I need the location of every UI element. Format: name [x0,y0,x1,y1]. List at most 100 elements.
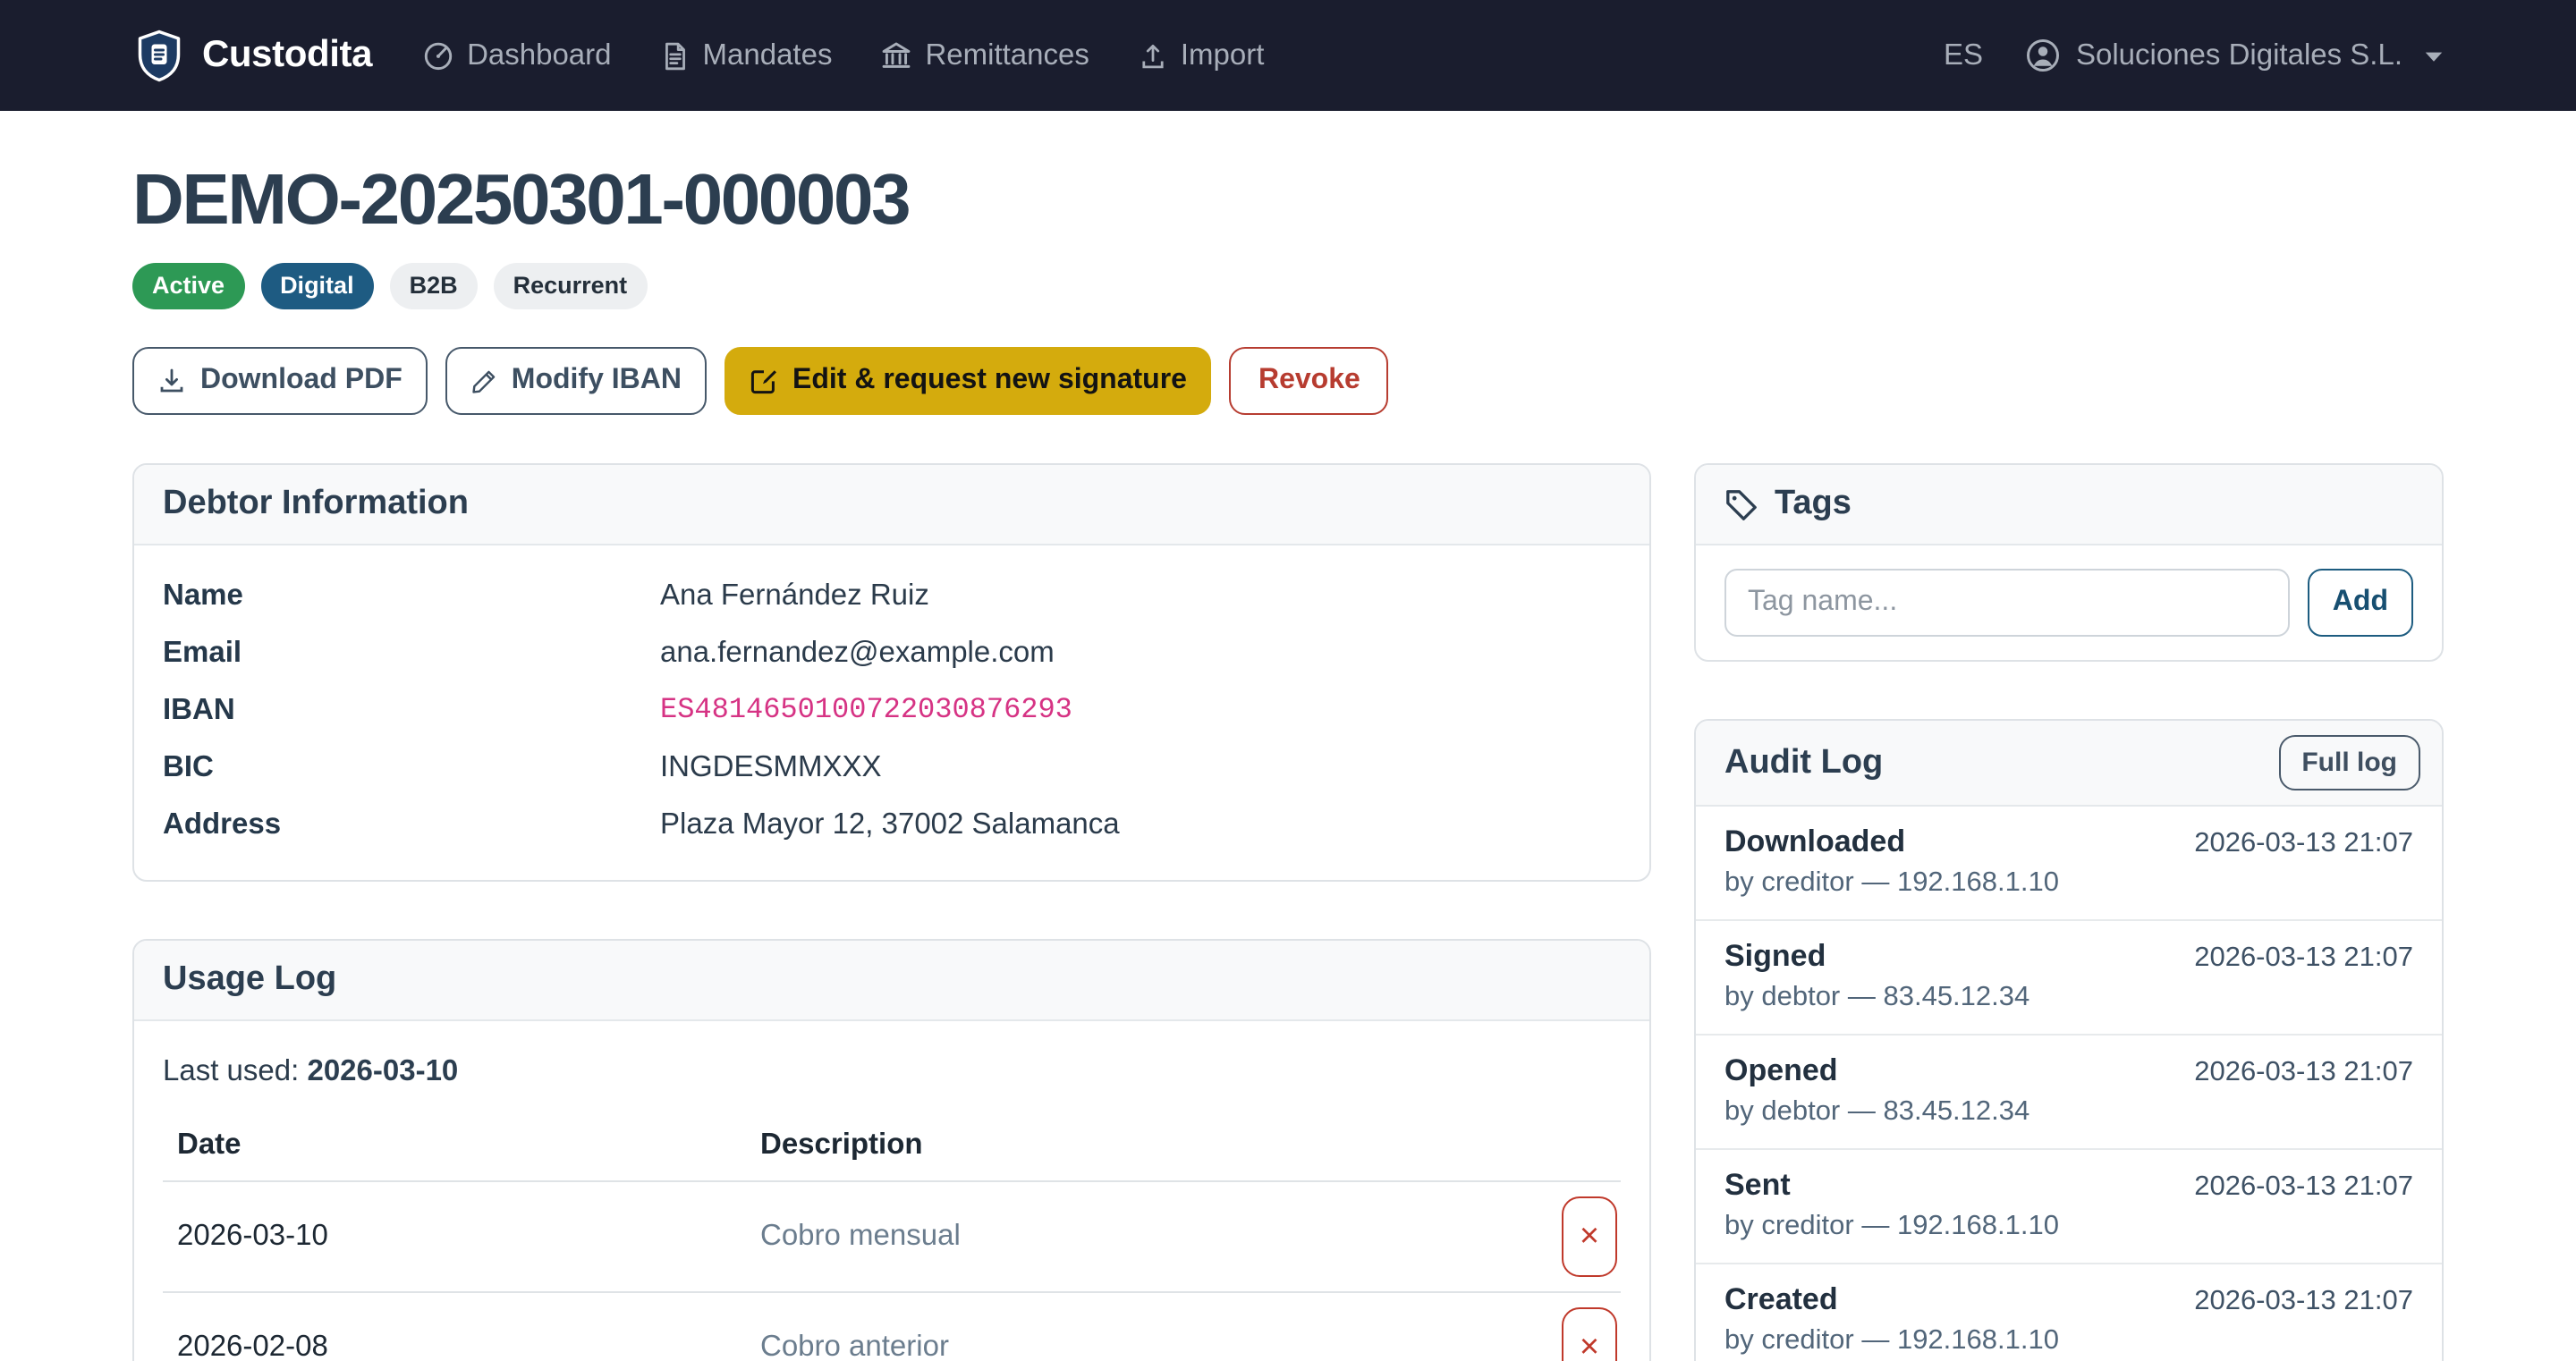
file-text-icon [660,40,691,71]
language-switch[interactable]: ES [1944,38,1983,72]
field-value: INGDESMMXXX [660,751,882,785]
download-icon [157,367,186,395]
audit-event: Downloaded [1724,824,1905,860]
audit-event: Opened [1724,1053,1838,1089]
field-label: Name [163,579,660,613]
chevron-down-icon [2424,47,2444,63]
usage-col-description: Description [746,1118,1521,1181]
brand-link[interactable]: Custodita [132,29,372,82]
nav-item-label: Import [1181,38,1265,72]
main-content: DEMO-20250301-000003 Active Digital B2B … [132,111,2444,1361]
list-item: Downloaded 2026-03-13 21:07 by creditor … [1696,807,2442,921]
tag-name-input[interactable] [1724,569,2290,637]
tags-title: Tags [1775,485,1852,524]
audit-title: Audit Log [1724,743,1883,782]
add-tag-button[interactable]: Add [2308,569,2413,637]
usage-col-date: Date [163,1118,746,1181]
tags-card-header: Tags [1696,465,2442,545]
table-row: 2026-03-10 Cobro mensual × [163,1181,1621,1292]
person-circle-icon [2026,38,2062,73]
audit-time: 2026-03-13 21:07 [2194,1171,2413,1204]
full-log-button[interactable]: Full log [2278,735,2420,790]
audit-event: Created [1724,1282,1838,1318]
debtor-field-email: Email ana.fernandez@example.com [163,637,1621,671]
debtor-field-iban: IBAN ES4814650100722030876293 [163,694,1621,728]
download-pdf-label: Download PDF [200,363,402,399]
bank-icon [880,39,912,72]
audit-actor: by creditor — 192.168.1.10 [1724,867,2413,900]
field-value-iban: ES4814650100722030876293 [660,694,1072,728]
list-item: Created 2026-03-13 21:07 by creditor — 1… [1696,1264,2442,1361]
modify-iban-button[interactable]: Modify IBAN [445,347,707,415]
audit-time: 2026-03-13 21:07 [2194,1057,2413,1089]
debtor-field-name: Name Ana Fernández Ruiz [163,579,1621,613]
revoke-button[interactable]: Revoke [1230,347,1389,415]
table-row: 2026-02-08 Cobro anterior × [163,1292,1621,1361]
usage-card-header: Usage Log [134,941,1649,1021]
list-item: Signed 2026-03-13 21:07 by debtor — 83.4… [1696,921,2442,1036]
field-label: BIC [163,751,660,785]
delete-usage-button[interactable]: × [1562,1307,1617,1361]
audit-card-header: Audit Log Full log [1696,721,2442,807]
field-label: Email [163,637,660,671]
audit-actor: by creditor — 192.168.1.10 [1724,1211,2413,1243]
debtor-field-bic: BIC INGDESMMXXX [163,751,1621,785]
badge-row: Active Digital B2B Recurrent [132,263,2444,309]
field-value: ana.fernandez@example.com [660,637,1055,671]
usage-card-body: Last used: 2026-03-10 Date Description [134,1021,1649,1361]
status-badge-b2b: B2B [390,263,478,309]
usage-description: Cobro anterior [746,1292,1521,1361]
shield-logo-icon [132,29,186,82]
debtor-information-card: Debtor Information Name Ana Fernández Ru… [132,463,1651,882]
list-item: Opened 2026-03-13 21:07 by debtor — 83.4… [1696,1036,2442,1150]
left-column: Debtor Information Name Ana Fernández Ru… [132,463,1651,1361]
tags-card-body: Add [1696,545,2442,660]
last-used-date: 2026-03-10 [307,1055,458,1087]
last-used-line: Last used: 2026-03-10 [163,1055,1621,1089]
audit-actor: by debtor — 83.45.12.34 [1724,1096,2413,1129]
last-used-label: Last used: [163,1055,299,1087]
modify-iban-label: Modify IBAN [512,363,682,399]
list-item: Sent 2026-03-13 21:07 by creditor — 192.… [1696,1150,2442,1264]
debtor-field-address: Address Plaza Mayor 12, 37002 Salamanca [163,808,1621,842]
nav-item-remittances[interactable]: Remittances [880,38,1089,72]
nav-item-label: Mandates [703,38,833,72]
account-name: Soluciones Digitales S.L. [2076,38,2402,72]
field-value: Ana Fernández Ruiz [660,579,929,613]
field-label: IBAN [163,694,660,728]
audit-event: Sent [1724,1168,1791,1204]
revoke-label: Revoke [1258,363,1360,399]
usage-description: Cobro mensual [746,1181,1521,1292]
edit-request-signature-button[interactable]: Edit & request new signature [724,347,1212,415]
nav-item-label: Remittances [925,38,1089,72]
nav-item-label: Dashboard [467,38,611,72]
audit-event: Signed [1724,939,1826,975]
pencil-icon [470,368,497,394]
usage-table: Date Description 2026-03-10 Cobro mensua… [163,1118,1621,1361]
status-badge-digital: Digital [260,263,374,309]
edit-request-signature-label: Edit & request new signature [792,363,1187,399]
field-value: Plaza Mayor 12, 37002 Salamanca [660,808,1120,842]
page-title: DEMO-20250301-000003 [132,161,2444,241]
nav-item-dashboard[interactable]: Dashboard [422,38,611,72]
audit-time: 2026-03-13 21:07 [2194,943,2413,975]
status-badge-active: Active [132,263,244,309]
debtor-card-header: Debtor Information [134,465,1649,545]
tag-icon [1724,487,1758,521]
speedometer-icon [422,39,454,72]
field-label: Address [163,808,660,842]
usage-log-card: Usage Log Last used: 2026-03-10 Date Des… [132,939,1651,1361]
audit-time: 2026-03-13 21:07 [2194,1286,2413,1318]
nav-item-mandates[interactable]: Mandates [660,38,833,72]
x-icon: × [1580,1331,1599,1361]
nav-item-import[interactable]: Import [1138,38,1265,72]
pencil-square-icon [750,367,778,395]
usage-date: 2026-02-08 [163,1292,746,1361]
account-menu[interactable]: Soluciones Digitales S.L. [2026,38,2444,73]
upload-icon [1138,40,1168,71]
status-badge-recurrent: Recurrent [494,263,648,309]
download-pdf-button[interactable]: Download PDF [132,347,428,415]
audit-log-card: Audit Log Full log Downloaded 2026-03-13… [1694,719,2444,1361]
delete-usage-button[interactable]: × [1562,1196,1617,1277]
audit-actor: by creditor — 192.168.1.10 [1724,1325,2413,1357]
